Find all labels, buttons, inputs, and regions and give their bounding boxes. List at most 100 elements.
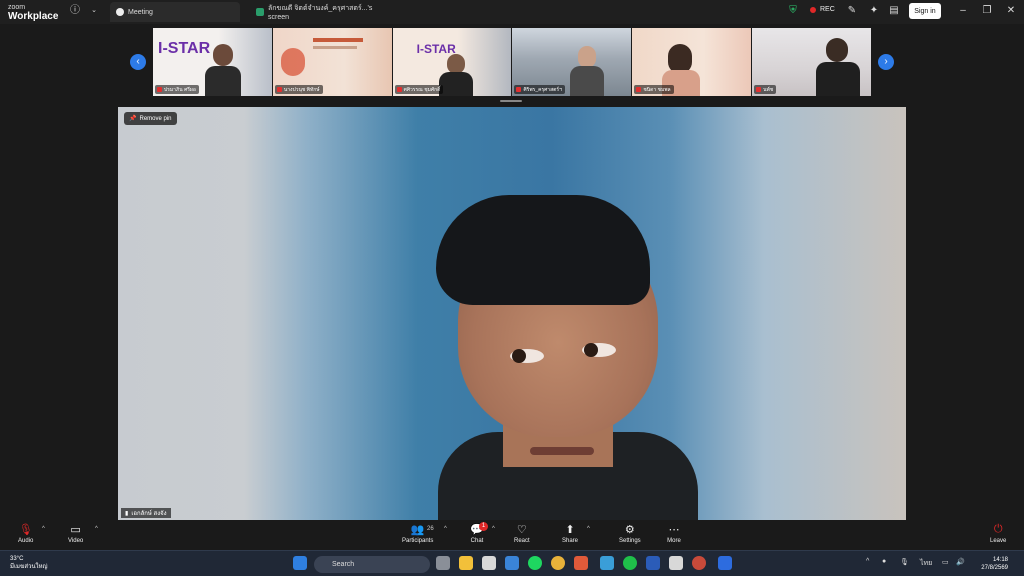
close-icon[interactable]: ✕	[1004, 4, 1018, 18]
gallery-next-button[interactable]: ›	[878, 54, 894, 70]
gallery-prev-button[interactable]: ‹	[130, 54, 146, 70]
participants-options-caret[interactable]: ^	[444, 526, 447, 532]
pdf-icon[interactable]	[669, 556, 683, 570]
poster-graphic	[312, 46, 357, 49]
zoom-app-icon[interactable]	[718, 556, 732, 570]
participants-icon: 👥	[410, 523, 425, 536]
settings-label: Settings	[619, 538, 641, 544]
participant-name: ศศิวรรณ ชุมศักดิ์	[394, 85, 444, 94]
mic-muted-icon: 🎙	[18, 523, 33, 536]
participant-name: นางปวนุช พิทักษ์	[274, 85, 323, 94]
info-icon[interactable]: ⓘ	[68, 4, 82, 18]
participant-name: ปรมาภิน ศรีผอ	[155, 85, 199, 94]
participant-body	[438, 72, 473, 96]
chat-label: Chat	[470, 538, 484, 544]
leave-button[interactable]: ⏻ Leave	[990, 522, 1006, 545]
language-indicator[interactable]: ไทย	[920, 558, 932, 569]
share-options-caret[interactable]: ^	[587, 526, 590, 532]
file-explorer-icon[interactable]	[459, 556, 473, 570]
search-label: Search	[332, 561, 355, 568]
speaker-name-tag: ▮ เอกลักษ์ สงจัง	[121, 508, 171, 518]
participant-tile[interactable]: I-STAR ศศิวรรณ ชุมศักดิ์	[392, 28, 512, 96]
heart-icon: ♡	[516, 523, 527, 536]
app-icon[interactable]	[574, 556, 588, 570]
speaker-pupil	[512, 349, 526, 363]
wand-icon[interactable]: ✎	[845, 4, 859, 18]
speaker-figure	[436, 187, 698, 520]
participant-name: ศิริพร_ครุศาสตร์ฯ	[514, 85, 565, 94]
poster-graphic: I-STAR	[158, 40, 211, 57]
weather-temp: 33°C	[10, 556, 24, 562]
volume-icon[interactable]: 🔊	[956, 558, 965, 566]
sign-in-button[interactable]: Sign in	[909, 3, 941, 19]
audio-button[interactable]: 🎙 Audio	[18, 522, 33, 545]
taskbar-search[interactable]: Search	[314, 556, 430, 573]
clapper-icon[interactable]: ▤	[887, 4, 901, 18]
weather-description: มีเมฆส่วนใหญ่	[10, 564, 48, 570]
restore-icon[interactable]: ❐	[980, 4, 994, 18]
participant-name: นพ์ช	[754, 85, 777, 94]
tab-shared-screen[interactable]: ลักขณดี จิตต์จำนงค์_ครุศาสตร์...'s scree…	[250, 2, 390, 22]
more-label: More	[667, 538, 681, 544]
tray-app-icon[interactable]: ●	[882, 558, 886, 565]
tray-chevron-icon[interactable]: ^	[866, 558, 869, 565]
poster-graphic: I-STAR	[416, 42, 456, 56]
participant-tile[interactable]: ชนิดา ชมพล	[632, 28, 752, 96]
minimize-icon[interactable]: –	[956, 4, 970, 18]
paw-icon	[116, 8, 124, 16]
settings-button[interactable]: ⚙ Settings	[619, 522, 641, 545]
participant-tile[interactable]: I-STAR ปรมาภิน ศรีผอ	[153, 28, 272, 96]
shield-icon[interactable]: ⛨	[786, 4, 800, 18]
participants-count: 26	[427, 526, 434, 532]
gear-icon: ⚙	[624, 523, 635, 536]
rec-indicator[interactable]: REC	[810, 6, 835, 13]
react-label: React	[514, 538, 530, 544]
more-button[interactable]: ⋯ More	[667, 522, 681, 545]
remove-pin-button[interactable]: 📌 Remove pin	[124, 112, 177, 125]
speaker-pupil	[584, 343, 598, 357]
mail-icon[interactable]	[505, 556, 519, 570]
participant-tile[interactable]: ศิริพร_ครุศาสตร์ฯ	[512, 28, 632, 96]
participant-body	[570, 66, 605, 96]
network-icon[interactable]: ▭	[942, 558, 949, 566]
tab-meeting-label: Meeting	[128, 8, 153, 16]
notepad-icon[interactable]	[600, 556, 614, 570]
line-icon[interactable]	[623, 556, 637, 570]
tab-shared-screen-label: ลักขณดี จิตต์จำนงค์_ครุศาสตร์...'s scree…	[268, 5, 373, 21]
participants-label: Participants	[402, 538, 434, 544]
video-button[interactable]: ▭ Video	[68, 522, 83, 545]
participant-head	[578, 46, 597, 68]
store-icon[interactable]	[482, 556, 496, 570]
resize-handle[interactable]	[500, 100, 522, 102]
react-button[interactable]: ♡ React	[514, 522, 530, 545]
screen-share-icon	[256, 8, 264, 16]
audio-options-caret[interactable]: ^	[42, 526, 45, 532]
clock[interactable]: 14:18 27/8/2569	[968, 556, 1008, 572]
start-icon[interactable]	[293, 556, 307, 570]
poster-graphic	[312, 38, 363, 42]
share-button[interactable]: ⬆ Share	[562, 522, 579, 545]
share-label: Share	[562, 538, 579, 544]
chrome-icon[interactable]	[551, 556, 565, 570]
video-options-caret[interactable]: ^	[95, 526, 98, 532]
participant-tile[interactable]: นางปวนุช พิทักษ์	[272, 28, 392, 96]
speaker-mouth	[530, 447, 594, 455]
record-dot-icon	[810, 6, 816, 13]
chat-options-caret[interactable]: ^	[492, 526, 495, 532]
camera-app-icon[interactable]	[436, 556, 450, 570]
media-player-icon[interactable]	[692, 556, 706, 570]
tab-meeting[interactable]: Meeting	[110, 2, 240, 22]
rec-label: REC	[820, 6, 835, 13]
remove-pin-label: Remove pin	[139, 115, 172, 122]
spotify-icon[interactable]	[528, 556, 542, 570]
meeting-toolbar: 🎙 Audio ^ ▭ Video ^ 👥 Participants 26 ^ 💬 Ch…	[0, 520, 1024, 550]
pin-icon: 📌	[129, 116, 137, 122]
mic-tray-icon[interactable]: 🎙	[900, 558, 909, 566]
speaker-hair	[436, 195, 650, 305]
word-icon[interactable]	[646, 556, 660, 570]
main-video[interactable]: 📌 Remove pin ▮ เอกลักษ์ สงจัง	[118, 107, 906, 520]
chevron-down-icon[interactable]: ⌄	[87, 4, 101, 18]
participant-tile[interactable]: นพ์ช	[752, 28, 871, 96]
sparkle-icon[interactable]: ✦	[867, 4, 881, 18]
weather-widget[interactable]: 33°C มีเมฆส่วนใหญ่	[10, 555, 48, 571]
